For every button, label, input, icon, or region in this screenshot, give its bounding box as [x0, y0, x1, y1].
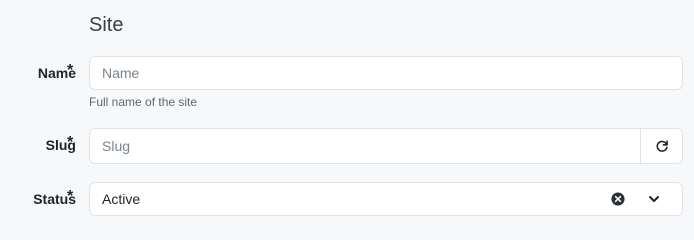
- status-row: Status * Active: [0, 182, 694, 216]
- status-selected-value: Active: [102, 191, 141, 207]
- slug-input[interactable]: [102, 129, 622, 163]
- name-required-mark: *: [67, 62, 74, 79]
- status-required-mark: *: [67, 188, 74, 205]
- name-input[interactable]: [102, 57, 622, 89]
- name-field[interactable]: [89, 56, 683, 90]
- slug-required-mark: *: [67, 134, 74, 151]
- chevron-down-icon[interactable]: [646, 191, 662, 207]
- name-help-text: Full name of the site: [89, 95, 198, 109]
- slug-row: Slug *: [0, 128, 694, 164]
- clear-circle-icon[interactable]: [611, 192, 625, 206]
- name-row: Name * Full name of the site: [0, 56, 694, 112]
- slug-regenerate-button[interactable]: [640, 129, 682, 163]
- refresh-icon: [656, 140, 668, 152]
- slug-field[interactable]: [89, 128, 683, 164]
- section-title: Site: [89, 14, 124, 36]
- status-select[interactable]: Active: [89, 182, 683, 216]
